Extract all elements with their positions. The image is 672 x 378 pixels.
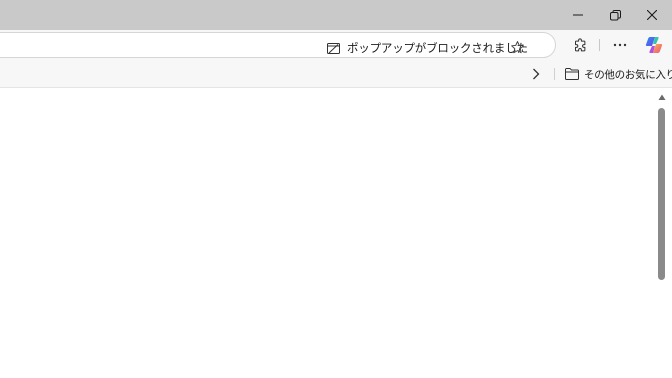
page-content xyxy=(0,89,672,378)
favorites-divider xyxy=(554,68,555,80)
popup-blocked-icon xyxy=(327,42,341,54)
favorites-overflow-button[interactable] xyxy=(528,66,544,82)
chevron-right-icon xyxy=(533,68,540,80)
settings-and-more-button[interactable] xyxy=(609,35,631,55)
add-favorite-button[interactable] xyxy=(508,38,526,56)
favorites-bar: その他のお気に入り xyxy=(0,60,672,88)
other-favorites-folder[interactable]: その他のお気に入り xyxy=(565,65,672,83)
minimize-button[interactable] xyxy=(559,0,597,30)
puzzle-icon xyxy=(574,37,585,51)
scroll-up-arrow-icon[interactable] xyxy=(658,94,666,101)
browser-toolbar: ポップアップがブロックされました xyxy=(0,30,672,60)
close-icon xyxy=(647,10,657,20)
more-icon xyxy=(613,43,627,47)
close-button[interactable] xyxy=(633,0,671,30)
popup-blocked-text: ポップアップがブロックされました xyxy=(347,41,528,55)
extensions-button[interactable] xyxy=(570,35,590,55)
toolbar-divider xyxy=(599,39,600,51)
copilot-icon xyxy=(645,37,663,53)
copilot-button[interactable] xyxy=(643,34,665,56)
popup-blocked-indicator[interactable]: ポップアップがブロックされました xyxy=(327,40,528,56)
vertical-scrollbar[interactable] xyxy=(655,92,669,378)
title-bar xyxy=(0,0,672,30)
address-bar[interactable]: ポップアップがブロックされました xyxy=(0,32,556,58)
minimize-icon xyxy=(573,14,583,16)
restore-icon xyxy=(609,9,621,20)
restore-button[interactable] xyxy=(596,0,634,30)
folder-icon xyxy=(565,68,580,81)
star-icon xyxy=(510,40,524,53)
scroll-thumb[interactable] xyxy=(658,108,665,280)
other-favorites-label: その他のお気に入り xyxy=(584,68,672,81)
